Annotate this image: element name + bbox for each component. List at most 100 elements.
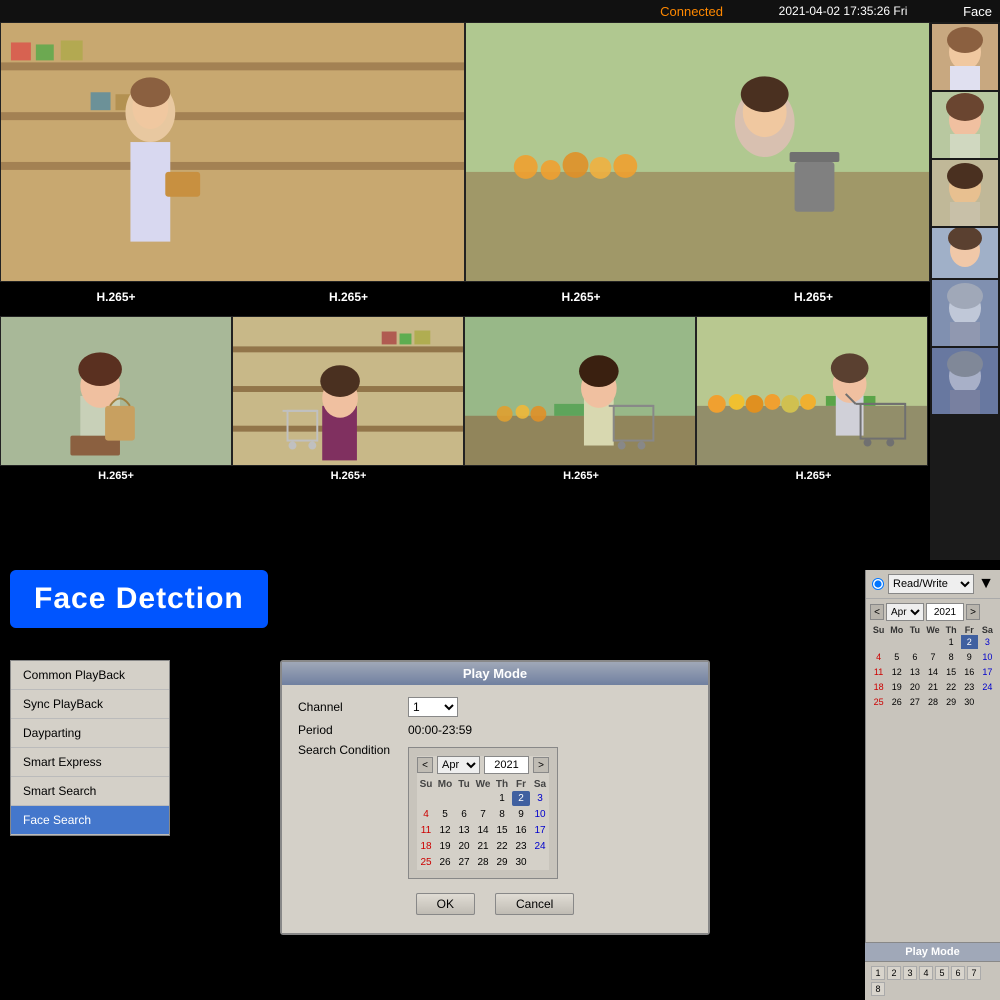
r-cal-day-20[interactable]: 20 [906,680,923,694]
cal-month-select[interactable]: Apr JanFebMar MayJunJul AugSepOct NovDec [437,756,480,774]
r-cal-day-6[interactable]: 6 [906,650,923,664]
face-tab[interactable]: Face [963,4,992,19]
cal-day-29[interactable]: 29 [493,855,511,870]
r-cal-day-14[interactable]: 14 [924,665,941,679]
face-thumb-3[interactable] [932,160,998,226]
play-mode-num-3[interactable]: 3 [903,966,917,980]
r-cal-day-23[interactable]: 23 [961,680,978,694]
r-cal-day-2[interactable]: 2 [961,635,978,649]
cal-day-18[interactable]: 18 [417,839,435,854]
cal-day-21[interactable]: 21 [474,839,492,854]
cal-prev-btn[interactable]: < [417,757,433,773]
cal-day-3[interactable]: 3 [531,791,549,806]
cal-day-11[interactable]: 11 [417,823,435,838]
r-cal-day-26[interactable]: 26 [888,695,905,709]
cal-year-input[interactable] [484,756,529,774]
r-cal-day-1[interactable]: 1 [943,635,960,649]
cal-day-2[interactable]: 2 [512,791,530,806]
r-cal-day-16[interactable]: 16 [961,665,978,679]
menu-common-playback[interactable]: Common PlayBack [11,661,169,690]
menu-dayparting[interactable]: Dayparting [11,719,169,748]
cal-day-30[interactable]: 30 [512,855,530,870]
r-cal-day-21[interactable]: 21 [924,680,941,694]
face-thumb-4[interactable] [932,228,998,278]
face-thumb-6[interactable] [932,348,998,414]
cal-day-6[interactable]: 6 [455,807,473,822]
cal-day-26[interactable]: 26 [436,855,454,870]
cal-day-17[interactable]: 17 [531,823,549,838]
camera-3[interactable] [0,316,232,466]
camera-4[interactable] [232,316,464,466]
r-cal-day-7[interactable]: 7 [924,650,941,664]
r-cal-day-18[interactable]: 18 [870,680,887,694]
menu-smart-express[interactable]: Smart Express [11,748,169,777]
r-cal-day-17[interactable]: 17 [979,665,996,679]
cal-day-10[interactable]: 10 [531,807,549,822]
right-cal-next[interactable]: > [966,604,980,620]
r-cal-day-15[interactable]: 15 [943,665,960,679]
cal-day-9[interactable]: 9 [512,807,530,822]
r-cal-day-29[interactable]: 29 [943,695,960,709]
cal-next-btn[interactable]: > [533,757,549,773]
cal-day-1[interactable]: 1 [493,791,511,806]
cal-day-5[interactable]: 5 [436,807,454,822]
cal-day-8[interactable]: 8 [493,807,511,822]
play-mode-num-7[interactable]: 7 [967,966,981,980]
r-cal-day-13[interactable]: 13 [906,665,923,679]
r-cal-day-9[interactable]: 9 [961,650,978,664]
play-mode-num-1[interactable]: 1 [871,966,885,980]
r-cal-day-12[interactable]: 12 [888,665,905,679]
play-mode-num-2[interactable]: 2 [887,966,901,980]
cal-day-25[interactable]: 25 [417,855,435,870]
play-mode-num-6[interactable]: 6 [951,966,965,980]
r-cal-day-30[interactable]: 30 [961,695,978,709]
rw-select[interactable]: Read/Write Read Only [888,574,974,594]
r-cal-day-8[interactable]: 8 [943,650,960,664]
cal-day-7[interactable]: 7 [474,807,492,822]
cal-day-24[interactable]: 24 [531,839,549,854]
r-cal-day-24[interactable]: 24 [979,680,996,694]
camera-2[interactable] [465,22,930,282]
r-cal-day-10[interactable]: 10 [979,650,996,664]
cal-day-20[interactable]: 20 [455,839,473,854]
cal-day-22[interactable]: 22 [493,839,511,854]
camera-6[interactable] [696,316,928,466]
play-mode-num-4[interactable]: 4 [919,966,933,980]
face-thumb-5[interactable] [932,280,998,346]
menu-sync-playback[interactable]: Sync PlayBack [11,690,169,719]
r-cal-day-11[interactable]: 11 [870,665,887,679]
camera-5[interactable] [464,316,696,466]
right-cal-year[interactable] [926,603,964,621]
channel-select[interactable]: 1 2 3 4 [408,697,458,717]
rw-radio[interactable] [872,578,884,590]
menu-smart-search[interactable]: Smart Search [11,777,169,806]
r-cal-day-19[interactable]: 19 [888,680,905,694]
cal-day-12[interactable]: 12 [436,823,454,838]
cal-day-28[interactable]: 28 [474,855,492,870]
r-cal-day-25[interactable]: 25 [870,695,887,709]
r-cal-day-27[interactable]: 27 [906,695,923,709]
ok-button[interactable]: OK [416,893,475,915]
right-cal-month[interactable]: Apr [886,603,924,621]
cal-day-16[interactable]: 16 [512,823,530,838]
r-cal-day-4[interactable]: 4 [870,650,887,664]
r-cal-day-3[interactable]: 3 [979,635,996,649]
r-cal-day-22[interactable]: 22 [943,680,960,694]
play-mode-num-8[interactable]: 8 [871,982,885,996]
r-cal-day-28[interactable]: 28 [924,695,941,709]
cancel-button[interactable]: Cancel [495,893,574,915]
menu-face-search[interactable]: Face Search [11,806,169,835]
camera-1[interactable] [0,22,465,282]
cal-day-19[interactable]: 19 [436,839,454,854]
r-cal-day-5[interactable]: 5 [888,650,905,664]
cal-day-14[interactable]: 14 [474,823,492,838]
face-thumb-2[interactable] [932,92,998,158]
cal-day-13[interactable]: 13 [455,823,473,838]
face-thumb-1[interactable] [932,24,998,90]
cal-day-15[interactable]: 15 [493,823,511,838]
cal-day-27[interactable]: 27 [455,855,473,870]
play-mode-num-5[interactable]: 5 [935,966,949,980]
right-cal-prev[interactable]: < [870,604,884,620]
cal-day-23[interactable]: 23 [512,839,530,854]
cal-day-4[interactable]: 4 [417,807,435,822]
